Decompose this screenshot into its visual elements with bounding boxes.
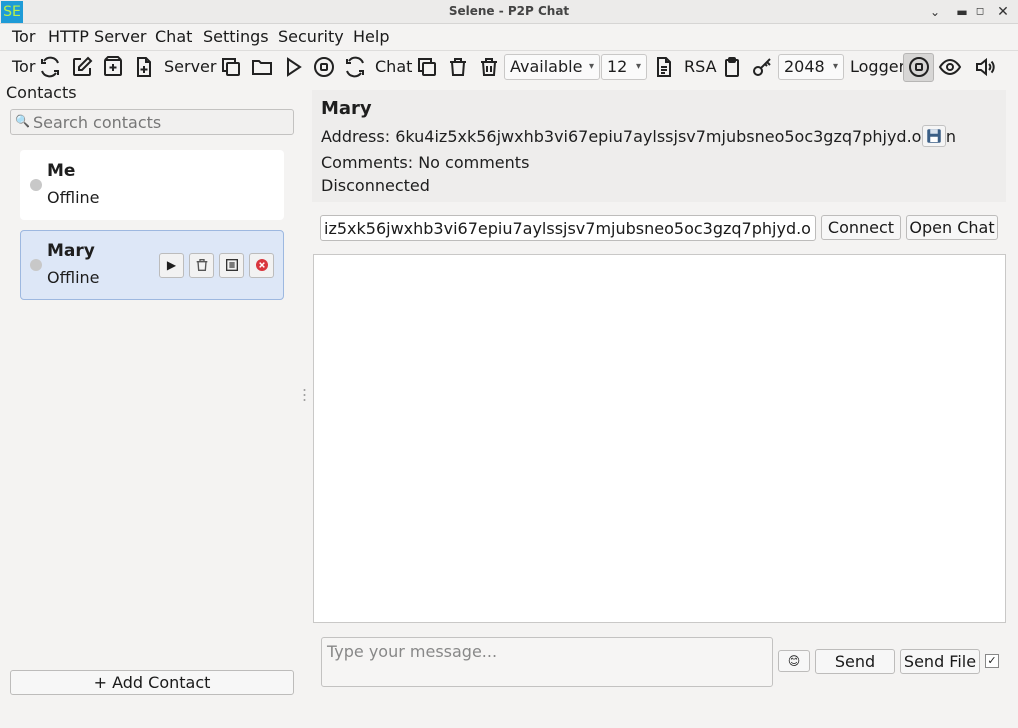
connect-contact-button[interactable]: ▶	[159, 253, 184, 278]
folder-icon[interactable]	[250, 55, 274, 79]
server-label: Server	[164, 57, 217, 76]
trash-icon	[196, 259, 207, 271]
copy-icon[interactable]	[219, 55, 243, 79]
trash-all-icon[interactable]	[477, 55, 501, 79]
eye-icon[interactable]	[938, 55, 962, 79]
contact-address: Address: 6ku4iz5xk56jwxhb3vi67epiu7aylss…	[321, 127, 956, 146]
add-box-icon[interactable]	[101, 55, 125, 79]
key-size-value: 2048	[784, 57, 825, 76]
logger-label: Logger	[850, 57, 906, 76]
trash-icon[interactable]	[446, 55, 470, 79]
clipboard-icon[interactable]	[720, 55, 744, 79]
edit-icon[interactable]	[70, 55, 94, 79]
close-window-button[interactable]: ✕	[994, 3, 1012, 21]
smiley-icon: 😊	[787, 654, 801, 668]
maximize-button[interactable]: ◻	[971, 3, 989, 21]
contact-status: Offline	[47, 268, 100, 287]
send-button[interactable]: Send	[815, 649, 895, 674]
close-circle-icon	[255, 259, 268, 271]
play-icon: ▶	[166, 258, 177, 272]
emoji-button[interactable]: 😊	[778, 650, 810, 672]
record-stop-icon[interactable]	[907, 55, 931, 79]
save-icon	[927, 129, 941, 143]
rsa-label: RSA	[684, 57, 717, 76]
save-address-button[interactable]	[922, 125, 946, 147]
speaker-icon[interactable]	[973, 55, 997, 79]
list-icon	[225, 259, 238, 271]
font-size-select[interactable]: 12 ▾	[601, 54, 647, 80]
status-select[interactable]: Available ▾	[504, 54, 600, 80]
panel-splitter[interactable]	[303, 388, 306, 402]
chat-label: Chat	[375, 57, 413, 76]
onion-address-input[interactable]	[320, 215, 816, 241]
copy-chat-icon[interactable]	[415, 55, 439, 79]
minimize-button[interactable]: ▬	[953, 3, 971, 21]
tor-label: Tor	[12, 57, 36, 76]
menubar: Tor HTTP Server Chat Settings Security H…	[0, 25, 1018, 49]
toolbar: Tor Server Chat Available ▾ 12 ▾ RSA 204…	[0, 50, 1018, 82]
status-select-value: Available	[510, 57, 583, 76]
chevron-down-icon: ▾	[832, 61, 838, 72]
menu-http-server[interactable]: HTTP Server	[48, 27, 147, 46]
open-chat-button[interactable]: Open Chat	[906, 215, 998, 240]
refresh-icon[interactable]	[38, 55, 62, 79]
contact-card-me[interactable]: Me Offline	[20, 150, 284, 220]
add-contact-button[interactable]: + Add Contact	[10, 670, 294, 695]
font-size-value: 12	[607, 57, 628, 76]
menu-settings[interactable]: Settings	[203, 27, 269, 46]
contact-info-name: Mary	[321, 98, 372, 119]
message-input[interactable]	[321, 637, 773, 687]
remove-contact-button[interactable]	[249, 253, 274, 278]
menu-help[interactable]: Help	[353, 27, 389, 46]
menu-tor[interactable]: Tor	[12, 27, 35, 46]
document-icon[interactable]	[652, 55, 676, 79]
connect-button[interactable]: Connect	[821, 215, 901, 240]
restart-icon[interactable]	[343, 55, 367, 79]
contact-name: Me	[47, 161, 76, 181]
status-dot	[30, 179, 42, 191]
menu-security[interactable]: Security	[278, 27, 344, 46]
chat-history[interactable]	[313, 254, 1006, 623]
stop-icon[interactable]	[312, 55, 336, 79]
chat-log-button[interactable]	[219, 253, 244, 278]
chevron-down-icon: ▾	[635, 61, 641, 72]
search-input[interactable]	[33, 112, 288, 132]
menu-chat[interactable]: Chat	[155, 27, 192, 46]
add-file-icon[interactable]	[132, 55, 156, 79]
key-icon[interactable]	[751, 55, 775, 79]
main-window: SE Selene - P2P Chat ⌄ ▬ ◻ ✕ Tor HTTP Se…	[0, 0, 1018, 728]
title-bar: SE Selene - P2P Chat ⌄ ▬ ◻ ✕	[0, 0, 1018, 24]
contacts-label: Contacts	[6, 83, 77, 102]
status-dot	[30, 259, 42, 271]
search-box[interactable]: 🔍	[10, 109, 294, 135]
chevron-down-icon[interactable]: ⌄	[926, 3, 944, 21]
window-title: Selene - P2P Chat	[448, 4, 570, 18]
contact-card-mary[interactable]: Mary Offline ▶	[20, 230, 284, 300]
delete-history-button[interactable]	[189, 253, 214, 278]
send-file-button[interactable]: Send File	[900, 649, 980, 674]
search-icon: 🔍	[15, 114, 30, 128]
contact-info-panel: Mary Address: 6ku4iz5xk56jwxhb3vi67epiu7…	[312, 90, 1006, 202]
key-size-select[interactable]: 2048 ▾	[778, 54, 844, 80]
contact-name: Mary	[47, 241, 95, 261]
chevron-down-icon: ▾	[588, 61, 594, 72]
contact-comments: Comments: No comments	[321, 153, 530, 172]
enter-to-send-checkbox[interactable]: ✓	[985, 654, 999, 668]
connection-state: Disconnected	[321, 176, 430, 195]
play-icon[interactable]	[281, 55, 305, 79]
contact-status: Offline	[47, 188, 100, 207]
